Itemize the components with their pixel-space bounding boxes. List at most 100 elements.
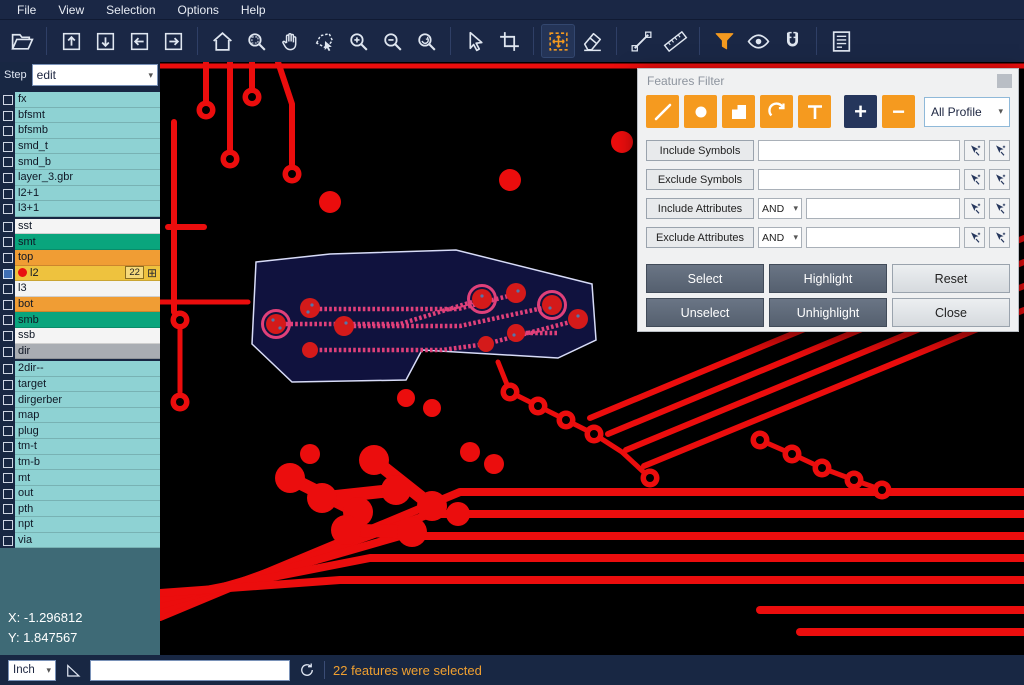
include-attributes-label[interactable]: Include Attributes bbox=[646, 198, 754, 219]
measure-icon[interactable] bbox=[659, 25, 691, 57]
layer-visibility-checkbox[interactable] bbox=[0, 377, 15, 393]
layer-name[interactable]: smb bbox=[15, 312, 160, 328]
menu-item-help[interactable]: Help bbox=[230, 0, 277, 20]
text-feature-icon[interactable] bbox=[798, 95, 831, 128]
layer-visibility-checkbox[interactable] bbox=[0, 234, 15, 250]
exclude-symbols-input[interactable] bbox=[758, 169, 960, 190]
layer-name[interactable]: mt bbox=[15, 470, 160, 486]
close-button[interactable]: Close bbox=[892, 298, 1010, 327]
exclude-attributes-input[interactable] bbox=[806, 227, 960, 248]
layer-visibility-checkbox[interactable] bbox=[0, 266, 15, 282]
layer-visibility-checkbox[interactable] bbox=[0, 486, 15, 502]
unhighlight-button[interactable]: Unhighlight bbox=[769, 298, 887, 327]
layer-visibility-checkbox[interactable] bbox=[0, 328, 15, 344]
layer-visibility-checkbox[interactable] bbox=[0, 344, 15, 360]
layer-visibility-checkbox[interactable] bbox=[0, 455, 15, 471]
arc-feature-icon[interactable] bbox=[760, 95, 793, 128]
layer-visibility-checkbox[interactable] bbox=[0, 361, 15, 377]
line-feature-icon[interactable] bbox=[646, 95, 679, 128]
add-filter-button[interactable]: + bbox=[844, 95, 877, 128]
layer-visibility-checkbox[interactable] bbox=[0, 154, 15, 170]
step-select[interactable]: edit ▾ bbox=[32, 64, 158, 86]
command-input[interactable] bbox=[90, 660, 290, 681]
layer-visibility-checkbox[interactable] bbox=[0, 170, 15, 186]
cursor-select-icon[interactable] bbox=[459, 25, 491, 57]
open-folder-icon[interactable] bbox=[6, 25, 38, 57]
transform-select-icon[interactable] bbox=[542, 25, 574, 57]
line-edit-icon[interactable] bbox=[625, 25, 657, 57]
layer-name[interactable]: l3+1 bbox=[15, 201, 160, 217]
unselect-button[interactable]: Unselect bbox=[646, 298, 764, 327]
include-symbols-label[interactable]: Include Symbols bbox=[646, 140, 754, 161]
import-up-icon[interactable] bbox=[55, 25, 87, 57]
layer-name[interactable]: l222⊞ bbox=[15, 266, 160, 282]
layer-name[interactable]: dirgerber bbox=[15, 392, 160, 408]
zoom-reset-icon[interactable] bbox=[410, 25, 442, 57]
zoom-window-icon[interactable] bbox=[240, 25, 272, 57]
import-right-icon[interactable] bbox=[157, 25, 189, 57]
menu-item-options[interactable]: Options bbox=[167, 0, 230, 20]
exclude-symbols-label[interactable]: Exclude Symbols bbox=[646, 169, 754, 190]
layer-name[interactable]: smt bbox=[15, 234, 160, 250]
filter-funnel-icon[interactable] bbox=[708, 25, 740, 57]
pan-hand-icon[interactable] bbox=[274, 25, 306, 57]
layer-name[interactable]: npt bbox=[15, 517, 160, 533]
layer-visibility-checkbox[interactable] bbox=[0, 108, 15, 124]
exclude-symbols-pick-button-1[interactable] bbox=[964, 169, 985, 190]
layer-visibility-checkbox[interactable] bbox=[0, 408, 15, 424]
layer-visibility-checkbox[interactable] bbox=[0, 439, 15, 455]
layer-name[interactable]: 2dir-- bbox=[15, 361, 160, 377]
layer-name[interactable]: dir bbox=[15, 344, 160, 360]
layer-visibility-checkbox[interactable] bbox=[0, 201, 15, 217]
snap-magnet-icon[interactable] bbox=[776, 25, 808, 57]
layer-visibility-checkbox[interactable] bbox=[0, 533, 15, 549]
lasso-select-icon[interactable] bbox=[308, 25, 340, 57]
remove-filter-button[interactable]: − bbox=[882, 95, 915, 128]
zoom-in-icon[interactable] bbox=[342, 25, 374, 57]
layer-name[interactable]: target bbox=[15, 377, 160, 393]
include-symbols-input[interactable] bbox=[758, 140, 960, 161]
home-view-icon[interactable] bbox=[206, 25, 238, 57]
include-attributes-input[interactable] bbox=[806, 198, 960, 219]
eraser-icon[interactable] bbox=[576, 25, 608, 57]
exclude-attributes-pick-button-2[interactable] bbox=[989, 227, 1010, 248]
layer-name[interactable]: tm-t bbox=[15, 439, 160, 455]
import-down-icon[interactable] bbox=[89, 25, 121, 57]
exclude-attributes-pick-button-1[interactable] bbox=[964, 227, 985, 248]
layer-name[interactable]: smd_t bbox=[15, 139, 160, 155]
layer-name[interactable]: plug bbox=[15, 423, 160, 439]
layer-visibility-checkbox[interactable] bbox=[0, 250, 15, 266]
layer-name[interactable]: bot bbox=[15, 297, 160, 313]
pad-feature-icon[interactable] bbox=[684, 95, 717, 128]
layer-visibility-checkbox[interactable] bbox=[0, 423, 15, 439]
include-symbols-pick-button-1[interactable] bbox=[964, 140, 985, 161]
layer-name[interactable]: fx bbox=[15, 92, 160, 108]
angle-tool-icon[interactable] bbox=[64, 661, 82, 679]
dialog-title-bar[interactable]: Features Filter bbox=[638, 69, 1018, 93]
layer-name[interactable]: bfsmt bbox=[15, 108, 160, 124]
layer-grid-icon[interactable]: ⊞ bbox=[147, 267, 157, 279]
unit-select[interactable]: Inch ▾ bbox=[8, 660, 56, 681]
include-attributes-pick-button-1[interactable] bbox=[964, 198, 985, 219]
layer-visibility-checkbox[interactable] bbox=[0, 517, 15, 533]
layer-name[interactable]: bfsmb bbox=[15, 123, 160, 139]
layer-name[interactable]: via bbox=[15, 533, 160, 549]
layer-visibility-checkbox[interactable] bbox=[0, 186, 15, 202]
layer-visibility-checkbox[interactable] bbox=[0, 92, 15, 108]
menu-item-view[interactable]: View bbox=[47, 0, 95, 20]
layer-name[interactable]: sst bbox=[15, 219, 160, 235]
import-left-icon[interactable] bbox=[123, 25, 155, 57]
layer-visibility-checkbox[interactable] bbox=[0, 297, 15, 313]
menu-item-selection[interactable]: Selection bbox=[95, 0, 166, 20]
layer-visibility-checkbox[interactable] bbox=[0, 392, 15, 408]
exclude-symbols-pick-button-2[interactable] bbox=[989, 169, 1010, 190]
frame-select-icon[interactable] bbox=[493, 25, 525, 57]
include-attributes-logic-select[interactable]: AND▾ bbox=[758, 198, 802, 219]
layer-name[interactable]: out bbox=[15, 486, 160, 502]
layer-name[interactable]: tm-b bbox=[15, 455, 160, 471]
visibility-eye-icon[interactable] bbox=[742, 25, 774, 57]
dialog-close-button[interactable] bbox=[997, 74, 1012, 88]
include-attributes-pick-button-2[interactable] bbox=[989, 198, 1010, 219]
refresh-icon[interactable] bbox=[298, 661, 316, 679]
layer-name[interactable]: ssb bbox=[15, 328, 160, 344]
